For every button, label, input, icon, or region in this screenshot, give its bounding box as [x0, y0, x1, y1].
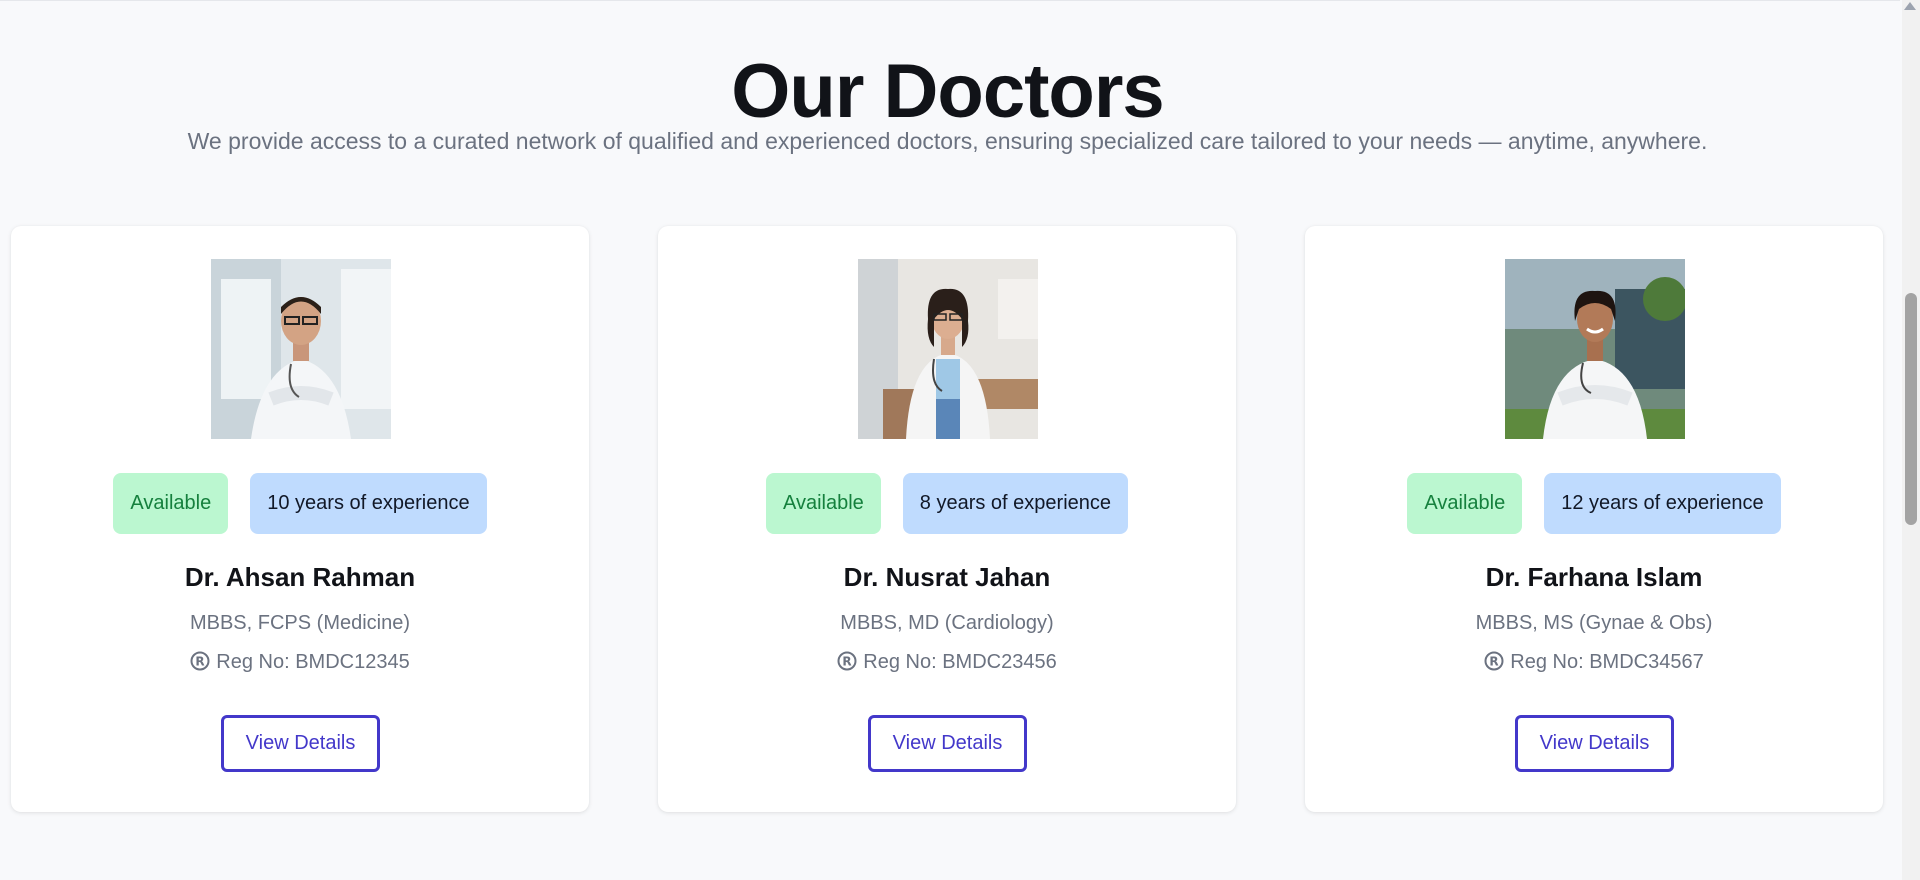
doctor-name: Dr. Nusrat Jahan: [843, 562, 1051, 592]
registered-icon: R: [1484, 651, 1504, 678]
doctor-name: Dr. Farhana Islam: [1485, 562, 1703, 592]
doctor-card: Available 8 years of experience Dr. Nusr…: [658, 226, 1236, 812]
view-details-button[interactable]: View Details: [1515, 715, 1674, 772]
doctor-photo: [211, 259, 391, 439]
registration-number: Reg No: BMDC12345: [216, 651, 410, 673]
doctor-card: Available 10 years of experience Dr. Ahs…: [11, 226, 589, 812]
experience-badge: 12 years of experience: [1544, 473, 1781, 534]
doctor-photo: [858, 259, 1038, 439]
svg-text:R: R: [843, 655, 852, 669]
svg-text:R: R: [196, 655, 205, 669]
doctor-card: Available 12 years of experience Dr. Far…: [1305, 226, 1883, 812]
scrollbar-thumb[interactable]: [1905, 293, 1917, 525]
experience-badge: 8 years of experience: [902, 473, 1129, 534]
doctor-degree: MBBS, MD (Cardiology): [840, 612, 1054, 634]
doctor-badges: Available 12 years of experience: [1305, 473, 1883, 534]
registered-icon: R: [190, 651, 210, 678]
availability-badge: Available: [113, 473, 229, 534]
registration-number: Reg No: BMDC23456: [863, 651, 1057, 673]
doctor-photo: [1505, 259, 1685, 439]
doctor-cards: Available 10 years of experience Dr. Ahs…: [11, 226, 1886, 812]
vertical-scrollbar[interactable]: [1902, 0, 1920, 880]
section-title: Our Doctors: [731, 49, 1164, 134]
registered-icon: R: [837, 651, 857, 678]
view-details-button[interactable]: View Details: [221, 715, 380, 772]
registration-number: Reg No: BMDC34567: [1510, 651, 1704, 673]
svg-text:R: R: [1490, 655, 1499, 669]
doctor-registration: R Reg No: BMDC34567: [1305, 649, 1883, 678]
availability-badge: Available: [1407, 473, 1523, 534]
doctor-name: Dr. Ahsan Rahman: [184, 562, 416, 592]
availability-badge: Available: [765, 473, 881, 534]
view-details-button[interactable]: View Details: [868, 715, 1027, 772]
doctor-badges: Available 8 years of experience: [658, 473, 1236, 534]
doctor-registration: R Reg No: BMDC12345: [11, 649, 589, 678]
top-divider: [0, 0, 1900, 1]
experience-badge: 10 years of experience: [250, 473, 487, 534]
doctor-registration: R Reg No: BMDC23456: [658, 649, 1236, 678]
doctor-degree: MBBS, FCPS (Medicine): [189, 612, 411, 634]
scroll-up-arrow-icon[interactable]: [1904, 2, 1916, 10]
doctor-badges: Available 10 years of experience: [11, 473, 589, 534]
doctor-degree: MBBS, MS (Gynae & Obs): [1475, 612, 1713, 634]
section-subtitle: We provide access to a curated network o…: [187, 128, 1708, 154]
